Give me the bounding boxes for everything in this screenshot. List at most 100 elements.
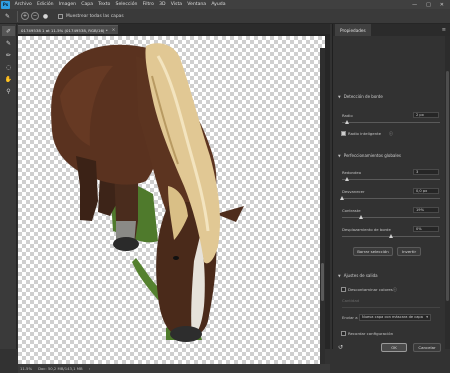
shift-edge-label: Desplazamiento de borde	[342, 227, 391, 232]
refine-brush-tool-icon[interactable]: ✎	[3, 12, 12, 21]
shift-edge-input[interactable]: 0%	[413, 226, 439, 232]
section-expand-icon: ▼	[338, 153, 341, 158]
document-tab-bar: 01749538 1 at 11.5% (01749538, RGB/16) *…	[18, 24, 330, 34]
menu-edicion[interactable]: Edición	[34, 2, 56, 7]
smart-radius-checkbox[interactable]	[341, 131, 346, 136]
canvas-vertical-scrollbar[interactable]	[320, 48, 325, 364]
decontaminate-info-icon[interactable]: ⓘ	[393, 287, 397, 293]
properties-body: ▼ Detección de borde Radio 2 px Radio in…	[333, 36, 446, 352]
menu-3d[interactable]: 3D	[156, 2, 168, 7]
section-expand-icon: ▼	[338, 273, 341, 278]
smooth-slider[interactable]	[342, 177, 440, 181]
feather-input[interactable]: 0,0 px	[413, 188, 439, 194]
global-refinements-title: Perfeccionamientos globales	[343, 153, 402, 158]
window-controls: — □ ✕	[412, 2, 450, 8]
contrast-slider[interactable]	[342, 215, 440, 219]
horse-front-leg	[76, 156, 98, 221]
quick-selection-tool-icon[interactable]: ✐	[2, 26, 15, 36]
brush-tool-icon[interactable]: ✏	[2, 50, 15, 60]
menu-vista[interactable]: Vista	[168, 2, 185, 7]
global-refinements-section[interactable]: ▼ Perfeccionamientos globales	[338, 153, 401, 158]
maximize-button[interactable]: □	[426, 2, 431, 8]
edge-detection-title: Detección de borde	[343, 94, 383, 99]
ok-button[interactable]: OK	[381, 343, 407, 352]
hand-tool-icon[interactable]: ✋	[2, 74, 15, 84]
amount-label: Cantidad	[342, 298, 360, 303]
output-to-select[interactable]: Nueva capa con máscara de capa ▾	[359, 314, 431, 321]
section-expand-icon: ▼	[338, 94, 341, 99]
decontaminate-colors-label: Descontaminar colores	[348, 287, 393, 292]
remember-settings-label: Recordar configuración	[348, 331, 394, 336]
shift-edge-slider-knob[interactable]	[389, 234, 393, 238]
contrast-input[interactable]: 19%	[413, 207, 439, 213]
options-divider	[17, 10, 18, 22]
sample-all-layers-checkbox[interactable]	[58, 13, 63, 19]
panel-menu-icon[interactable]: ≡	[442, 27, 446, 33]
close-window-button[interactable]: ✕	[440, 2, 444, 8]
radius-slider-knob[interactable]	[344, 120, 349, 124]
options-bar: ✎ + − ● Muestrear todas las capas	[0, 9, 450, 24]
smooth-input[interactable]: 3	[413, 169, 439, 175]
horse-ear	[216, 206, 244, 222]
document-tab-title: 01749538 1 at 11.5% (01749538, RGB/16) *	[21, 27, 108, 33]
invert-button[interactable]: Invertir	[397, 247, 421, 256]
cancel-button[interactable]: Cancelar	[413, 343, 441, 352]
properties-scroll-thumb[interactable]	[446, 71, 449, 301]
smooth-label: Redondeo	[342, 170, 362, 175]
document-window: 01749538 1 at 11.5% (01749538, RGB/16) *…	[18, 24, 330, 373]
horse-image	[51, 43, 244, 342]
smooth-slider-knob[interactable]	[344, 177, 349, 181]
output-to-value: Nueva capa con máscara de capa	[362, 315, 423, 319]
output-to-label: Enviar a	[342, 315, 358, 320]
menu-filtro[interactable]: Filtro	[140, 2, 156, 7]
menu-capa[interactable]: Capa	[79, 2, 96, 7]
horse-muzzle	[170, 326, 202, 342]
minimize-button[interactable]: —	[412, 2, 417, 8]
subtract-from-selection-icon[interactable]: −	[31, 12, 39, 20]
properties-tab-bar: Propiedades ≡	[333, 24, 450, 36]
menu-ventana[interactable]: Ventana	[185, 2, 209, 7]
menu-bar: Ps Archivo Edición Imagen Capa Texto Sel…	[0, 0, 450, 9]
lasso-tool-icon[interactable]: ◌	[2, 62, 15, 72]
menu-texto[interactable]: Texto	[96, 2, 113, 7]
feather-slider[interactable]	[340, 196, 440, 200]
shift-edge-slider[interactable]	[342, 234, 440, 238]
refine-edge-brush-icon[interactable]: ✎	[2, 38, 15, 48]
radius-slider[interactable]	[342, 120, 440, 124]
horse-eye	[173, 256, 179, 260]
status-arrow-icon[interactable]: ›	[89, 366, 91, 371]
amount-slider	[342, 307, 440, 308]
radius-input[interactable]: 2 px	[413, 112, 439, 118]
smart-radius-info-icon[interactable]: ⓘ	[389, 131, 393, 137]
zoom-tool-icon[interactable]: ⚲	[2, 86, 15, 96]
zoom-level[interactable]: 11.5%	[20, 366, 32, 371]
clear-selection-button[interactable]: Borrar selección	[353, 247, 393, 256]
remember-settings-checkbox[interactable]	[341, 331, 346, 336]
contrast-label: Contraste	[342, 208, 361, 213]
status-bar: 11.5% Doc: 50,2 MB/143,1 MB ›	[18, 364, 330, 373]
properties-panel: Propiedades ≡ ▼ Detección de borde Radio…	[332, 24, 450, 352]
brush-preset-icon[interactable]: ●	[41, 12, 50, 21]
menu-seleccion[interactable]: Selección	[113, 2, 140, 7]
canvas-scroll-thumb[interactable]	[321, 263, 324, 301]
chevron-down-icon: ▾	[426, 315, 428, 319]
add-to-selection-icon[interactable]: +	[21, 12, 29, 20]
contrast-slider-knob[interactable]	[358, 215, 363, 219]
menu-imagen[interactable]: Imagen	[56, 2, 79, 7]
tools-panel: ✐ ✎ ✏ ◌ ✋ ⚲	[0, 24, 17, 349]
menu-archivo[interactable]: Archivo	[12, 2, 34, 7]
image-canvas[interactable]	[18, 36, 325, 364]
decontaminate-colors-checkbox[interactable]	[341, 287, 346, 292]
edge-detection-section[interactable]: ▼ Detección de borde	[338, 94, 383, 99]
output-settings-section[interactable]: ▼ Ajustes de salida	[338, 273, 378, 278]
feather-label: Desvanecer	[342, 189, 365, 194]
document-tab[interactable]: 01749538 1 at 11.5% (01749538, RGB/16) *…	[18, 25, 119, 34]
close-tab-icon[interactable]: ×	[112, 28, 116, 33]
feather-slider-knob[interactable]	[340, 196, 344, 200]
menu-ayuda[interactable]: Ayuda	[209, 2, 228, 7]
reset-icon[interactable]: ↺	[338, 344, 343, 351]
horse-hoof	[113, 237, 139, 251]
radius-label: Radio	[342, 113, 353, 118]
tab-properties[interactable]: Propiedades	[335, 24, 371, 36]
output-settings-title: Ajustes de salida	[343, 273, 378, 278]
